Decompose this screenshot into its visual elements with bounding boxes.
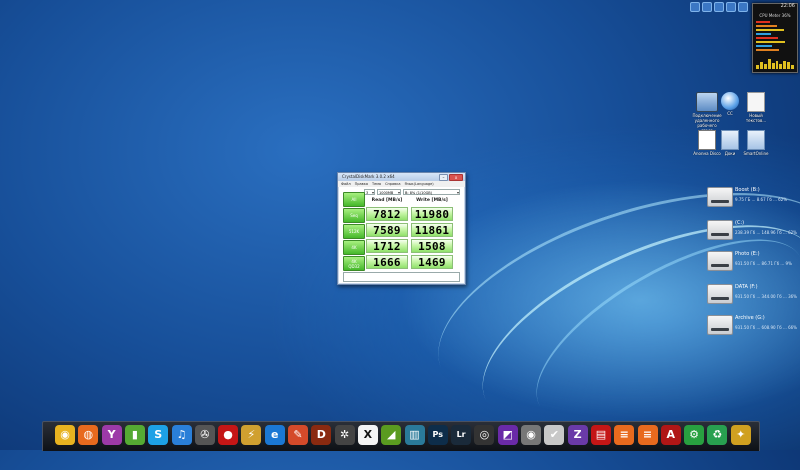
drive-b[interactable]: Boost (B:) 9.75 ГБ ... 8.67 Гб ... 62% [707,185,797,211]
4k-qd32-read-value: 1666 [366,255,408,269]
comment-field[interactable] [343,272,460,282]
tool-icon[interactable]: ⚙ [684,425,705,445]
crystaldiskmark-window[interactable]: CrystalDiskMark 3.0.2 x64 – x Файл Правк… [337,172,466,285]
ie-icon[interactable]: e [264,425,285,445]
drive-g[interactable]: Archive (G:) 931.50 Гб ... 608.90 Гб ...… [707,313,797,339]
wine-icon[interactable]: Y [101,425,122,445]
check-icon[interactable]: ✔ [544,425,565,445]
itunes-icon[interactable]: ♫ [171,425,192,445]
corner-button[interactable] [726,2,736,12]
512k-button[interactable]: 512K [343,224,365,239]
512k-write-value: 11861 [411,223,453,237]
seq-write-value: 11980 [411,207,453,221]
film-icon[interactable]: ✇ [194,425,215,445]
text-document-icon [747,92,765,112]
gadget-graph [756,57,795,69]
gadget-level-bar [756,37,778,39]
4k-write-value: 1508 [411,239,453,253]
paint-icon[interactable]: ✎ [288,425,308,445]
hard-drive-icon [707,187,733,207]
record-icon[interactable]: ● [218,425,239,445]
drive-select[interactable]: B: 8% (1/10GB) [403,189,460,196]
gadget-title: CPU Meter 36% [759,13,791,18]
aida-icon[interactable]: A [660,425,681,445]
drive-f[interactable]: DATA (F:) 931.50 Гб ... 344.00 Гб ... 36… [707,282,797,308]
desktop-icon-newdoc[interactable]: Новый текстов... [739,92,773,123]
size-select[interactable]: 1000MB [377,189,401,196]
taskbar-dock: ◉ ◍ Y ▮ S ♫ ✇ ● ⚡ e ✎ D ✲ X ◢ ▥ Ps Lr ◎ ◩ ◉ ✔ Z ▤ ≡ ≡ A ⚙ ♻ ✦ [42,421,760,451]
4k-read-value: 1712 [366,239,408,253]
gadget-level-bar [756,45,772,47]
4k-button[interactable]: 4K [343,240,365,255]
drive-c[interactable]: (C:) 238.39 Гб ... 148.96 Гб ... 62% [707,218,797,244]
winamp-icon[interactable]: ⚡ [241,425,262,445]
hard-drive-icon [707,284,733,304]
cpuz-icon[interactable]: Z [567,425,588,445]
lens-icon[interactable]: ◎ [474,425,495,445]
window-titlebar[interactable]: CrystalDiskMark 3.0.2 x64 – x [338,173,465,181]
menu1-icon[interactable]: ≡ [614,425,635,445]
desktop-icon-smart[interactable]: SmartOnline [739,130,773,156]
recycle-icon[interactable]: ♻ [707,425,728,445]
gadget-level-bar [756,29,784,31]
menu2-icon[interactable]: ≡ [637,425,658,445]
bridge-icon[interactable]: ▥ [404,425,425,445]
daemon-icon[interactable]: ◉ [521,425,541,445]
chrome-icon[interactable]: ◉ [55,425,75,445]
4k-qd32-button[interactable]: 4K QD32 [343,256,365,271]
wand-icon[interactable]: ✦ [730,425,751,445]
4k-qd32-write-value: 1469 [411,255,453,269]
spider-icon[interactable]: ✲ [334,425,355,445]
folder-icon [721,130,739,150]
write-header: Write [MB/s] [416,198,448,203]
read-header: Read [MB/s] [371,198,403,203]
count-select[interactable]: 3 [364,189,375,196]
cpu-meter-gadget[interactable]: 22:06 CPU Meter 36% [752,3,798,73]
firefox-icon[interactable]: ◍ [78,425,99,445]
gadget-level-bar [756,49,779,51]
close-button[interactable]: x [449,174,463,181]
corner-button[interactable] [702,2,712,12]
diablo-icon[interactable]: D [311,425,332,445]
nvidia-icon[interactable]: ◢ [381,425,402,445]
app-icon[interactable]: ◩ [497,425,518,445]
gadget-level-bar [756,33,771,35]
hard-drive-icon [707,315,733,335]
gadget-level-bar [756,25,777,27]
drinks-icon[interactable]: ▮ [124,425,145,445]
window-client: 3 1000MB B: 8% (1/10GB) All Read [MB/s] … [339,187,464,283]
clock: 22:06 [780,3,795,9]
512k-read-value: 7589 [366,223,408,237]
lightroom-icon[interactable]: Lr [451,425,472,445]
burn-icon[interactable]: ▤ [590,425,611,445]
gadget-level-bar [756,21,770,23]
minimize-button[interactable]: – [439,174,448,181]
cc-icon [721,92,739,110]
drive-e[interactable]: Photo (E:) 931.50 Гб ... 86.71 Гб ... 9% [707,249,797,275]
photoshop-icon[interactable]: Ps [427,425,448,445]
all-button[interactable]: All [343,192,365,207]
corner-button[interactable] [738,2,748,12]
seq-button[interactable]: Seq [343,208,365,223]
corner-button[interactable] [714,2,724,12]
skype-icon[interactable]: S [148,425,169,445]
folder-icon [747,130,765,150]
hard-drive-icon [707,251,733,271]
corner-button[interactable] [690,2,700,12]
x-icon[interactable]: X [357,425,378,445]
gadget-level-bar [756,41,785,43]
window-title: CrystalDiskMark 3.0.2 x64 [342,174,395,179]
seq-read-value: 7812 [366,207,408,221]
hard-drive-icon [707,220,733,240]
